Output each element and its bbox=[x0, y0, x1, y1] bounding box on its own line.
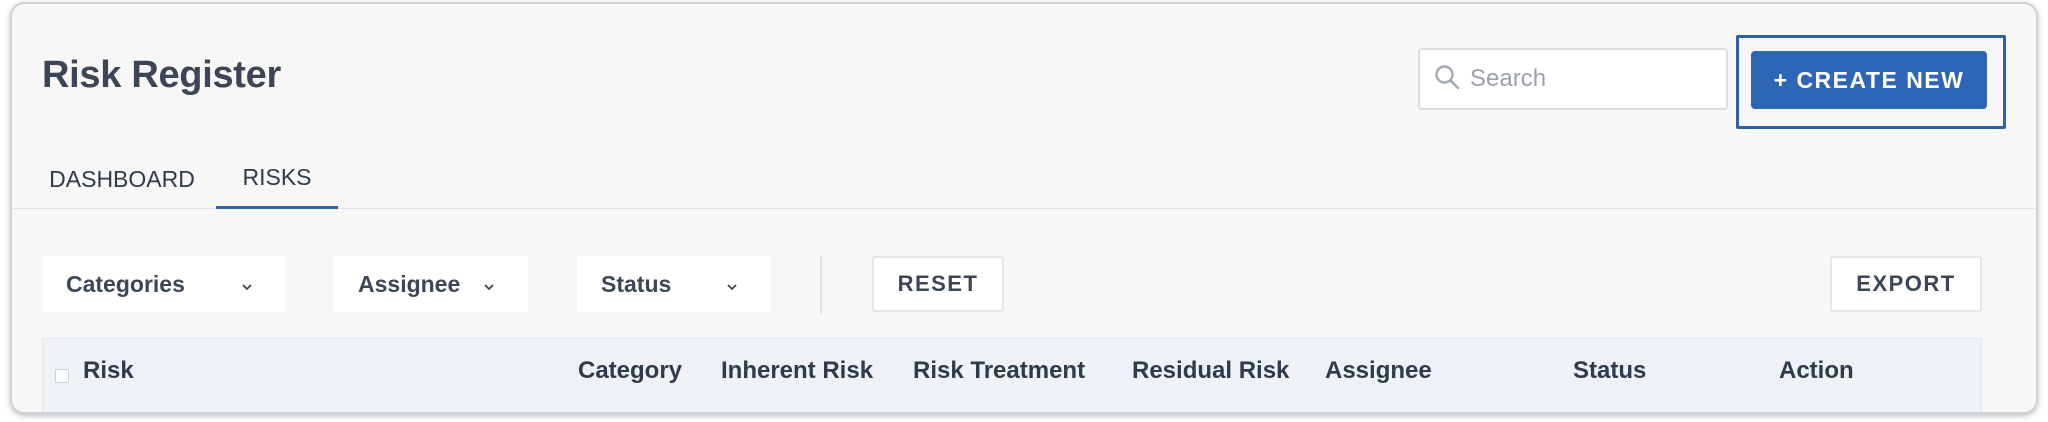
page-title: Risk Register bbox=[42, 54, 281, 96]
app-window: Risk Register + CREATE NEW DASHBOARD RIS… bbox=[10, 2, 2038, 414]
search-box[interactable] bbox=[1418, 48, 1728, 110]
assignee-filter-label: Assignee bbox=[358, 270, 461, 297]
assignee-filter[interactable]: Assignee bbox=[334, 256, 528, 312]
select-all-checkbox[interactable] bbox=[55, 369, 69, 383]
chevron-down-icon bbox=[480, 275, 498, 293]
tab-dashboard[interactable]: DASHBOARD bbox=[49, 149, 195, 209]
status-filter-label: Status bbox=[601, 270, 672, 297]
filter-divider bbox=[820, 256, 822, 314]
column-header-risk-treatment[interactable]: Risk Treatment bbox=[913, 357, 1085, 385]
categories-filter-label: Categories bbox=[66, 270, 185, 297]
table-header: Risk Category Inherent Risk Risk Treatme… bbox=[42, 338, 1982, 412]
reset-button[interactable]: RESET bbox=[872, 256, 1004, 312]
search-input[interactable] bbox=[1470, 65, 1710, 93]
chevron-down-icon bbox=[723, 275, 741, 293]
column-header-risk[interactable]: Risk bbox=[83, 357, 134, 385]
status-filter[interactable]: Status bbox=[577, 256, 771, 312]
column-header-residual-risk[interactable]: Residual Risk bbox=[1132, 357, 1289, 385]
column-header-category[interactable]: Category bbox=[578, 357, 682, 385]
chevron-down-icon bbox=[238, 275, 256, 293]
tab-risks[interactable]: RISKS bbox=[216, 149, 338, 209]
column-header-assignee[interactable]: Assignee bbox=[1325, 357, 1432, 385]
categories-filter[interactable]: Categories bbox=[42, 256, 286, 312]
column-header-inherent-risk[interactable]: Inherent Risk bbox=[721, 357, 873, 385]
export-button[interactable]: EXPORT bbox=[1830, 256, 1982, 312]
tab-bar: DASHBOARD RISKS bbox=[12, 149, 2036, 209]
column-header-action: Action bbox=[1779, 357, 1854, 384]
search-icon bbox=[1434, 64, 1460, 95]
create-new-button[interactable]: + CREATE NEW bbox=[1751, 51, 1987, 109]
column-header-status[interactable]: Status bbox=[1573, 357, 1646, 385]
